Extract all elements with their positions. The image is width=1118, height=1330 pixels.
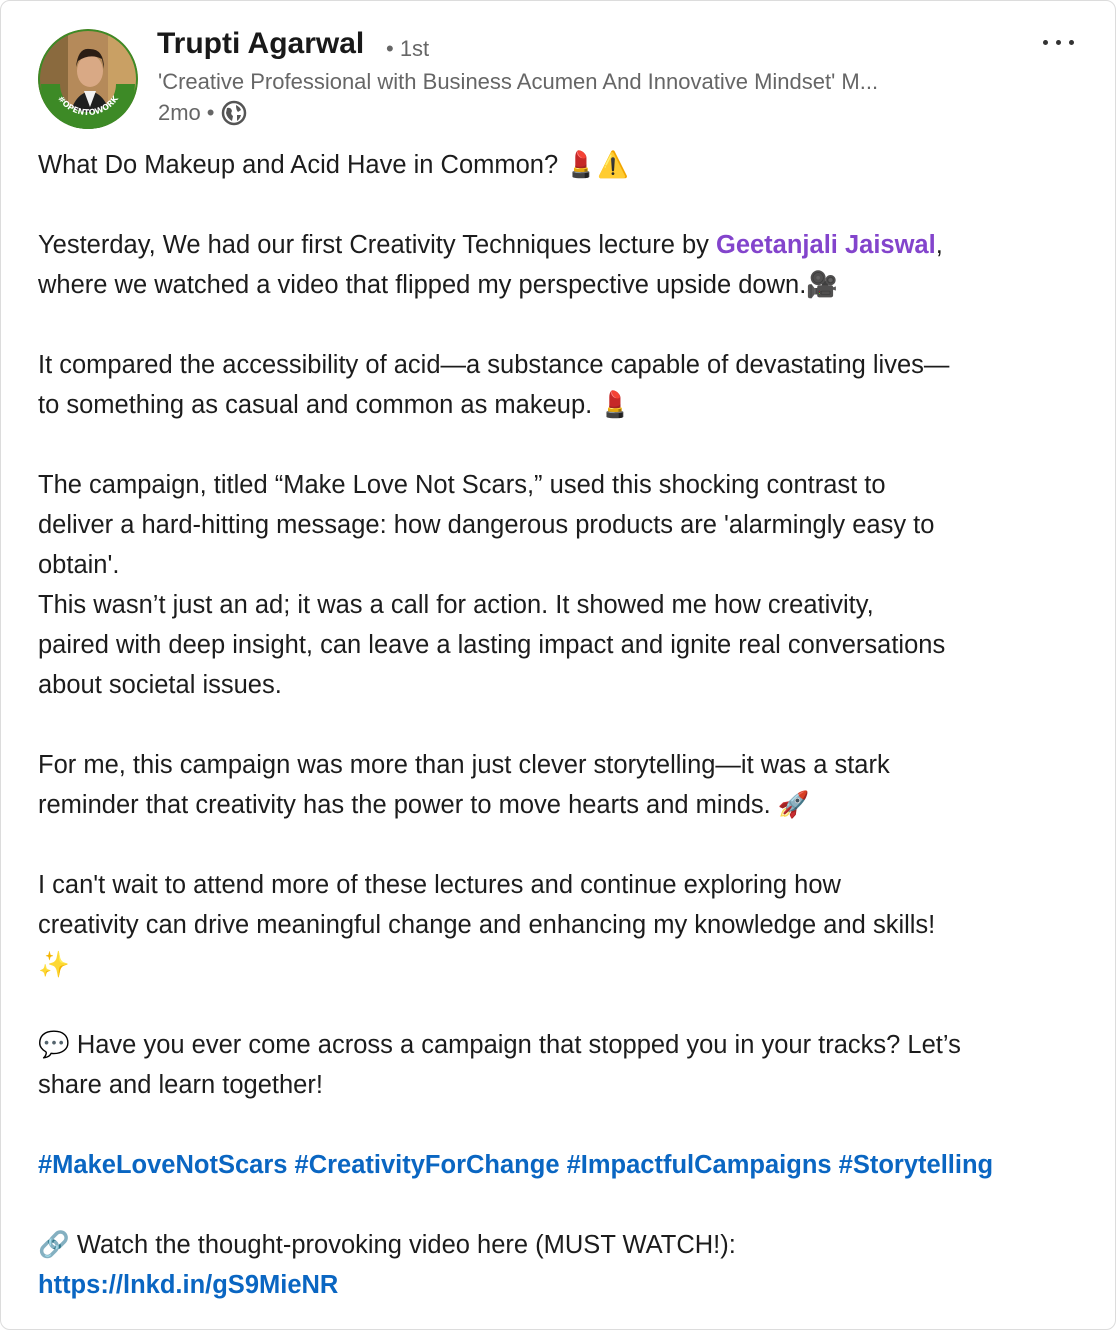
post-line: This wasn’t just an ad; it was a call fo…	[38, 591, 874, 619]
post-line: I can't wait to attend more of these lec…	[38, 871, 841, 899]
post-line: 💬 Have you ever come across a campaign t…	[38, 1031, 961, 1059]
globe-icon	[221, 100, 247, 126]
post-line: about societal issues.	[38, 671, 282, 699]
post-line: 🔗 Watch the thought-provoking video here…	[38, 1231, 736, 1259]
hashtags[interactable]: #MakeLoveNotScars #CreativityForChange #…	[38, 1145, 1083, 1185]
post-card: #OPENTOWORK Trupti Agarwal • 1st 'Creati…	[0, 0, 1116, 1330]
post-line: deliver a hard-hitting message: how dang…	[38, 511, 935, 539]
author-name[interactable]: Trupti Agarwal	[157, 27, 364, 61]
post-line: It compared the accessibility of acid—a …	[38, 351, 950, 379]
post-line: For me, this campaign was more than just…	[38, 751, 890, 779]
post-body: What Do Makeup and Acid Have in Common? …	[38, 145, 1098, 1305]
post-line: paired with deep insight, can leave a la…	[38, 631, 946, 659]
author-avatar[interactable]: #OPENTOWORK	[38, 29, 138, 129]
post-line: ✨	[38, 951, 70, 979]
author-headline[interactable]: 'Creative Professional with Business Acu…	[158, 69, 998, 95]
post-time: 2mo	[158, 100, 201, 125]
video-link[interactable]: https://lnkd.in/gS9MieNR	[38, 1265, 1098, 1305]
post-text: Yesterday, We had our first Creativity T…	[38, 231, 716, 259]
post-line: reminder that creativity has the power t…	[38, 791, 810, 819]
post-line: creativity can drive meaningful change a…	[38, 911, 936, 939]
connection-degree: • 1st	[386, 36, 430, 61]
mention-link[interactable]: Geetanjali Jaiswal	[716, 231, 936, 259]
post-line: obtain'.	[38, 551, 120, 579]
more-options-icon[interactable]	[1039, 25, 1079, 59]
post-text: ,	[935, 231, 943, 259]
post-meta: 2mo •	[158, 100, 247, 126]
post-line: where we watched a video that flipped my…	[38, 271, 839, 299]
post-line: share and learn together!	[38, 1071, 323, 1099]
post-line: to something as casual and common as mak…	[38, 391, 632, 419]
post-line: The campaign, titled “Make Love Not Scar…	[38, 471, 886, 499]
post-line: What Do Makeup and Acid Have in Common? …	[38, 151, 629, 179]
meta-separator: •	[206, 100, 215, 125]
post-line: Yesterday, We had our first Creativity T…	[38, 225, 1098, 265]
